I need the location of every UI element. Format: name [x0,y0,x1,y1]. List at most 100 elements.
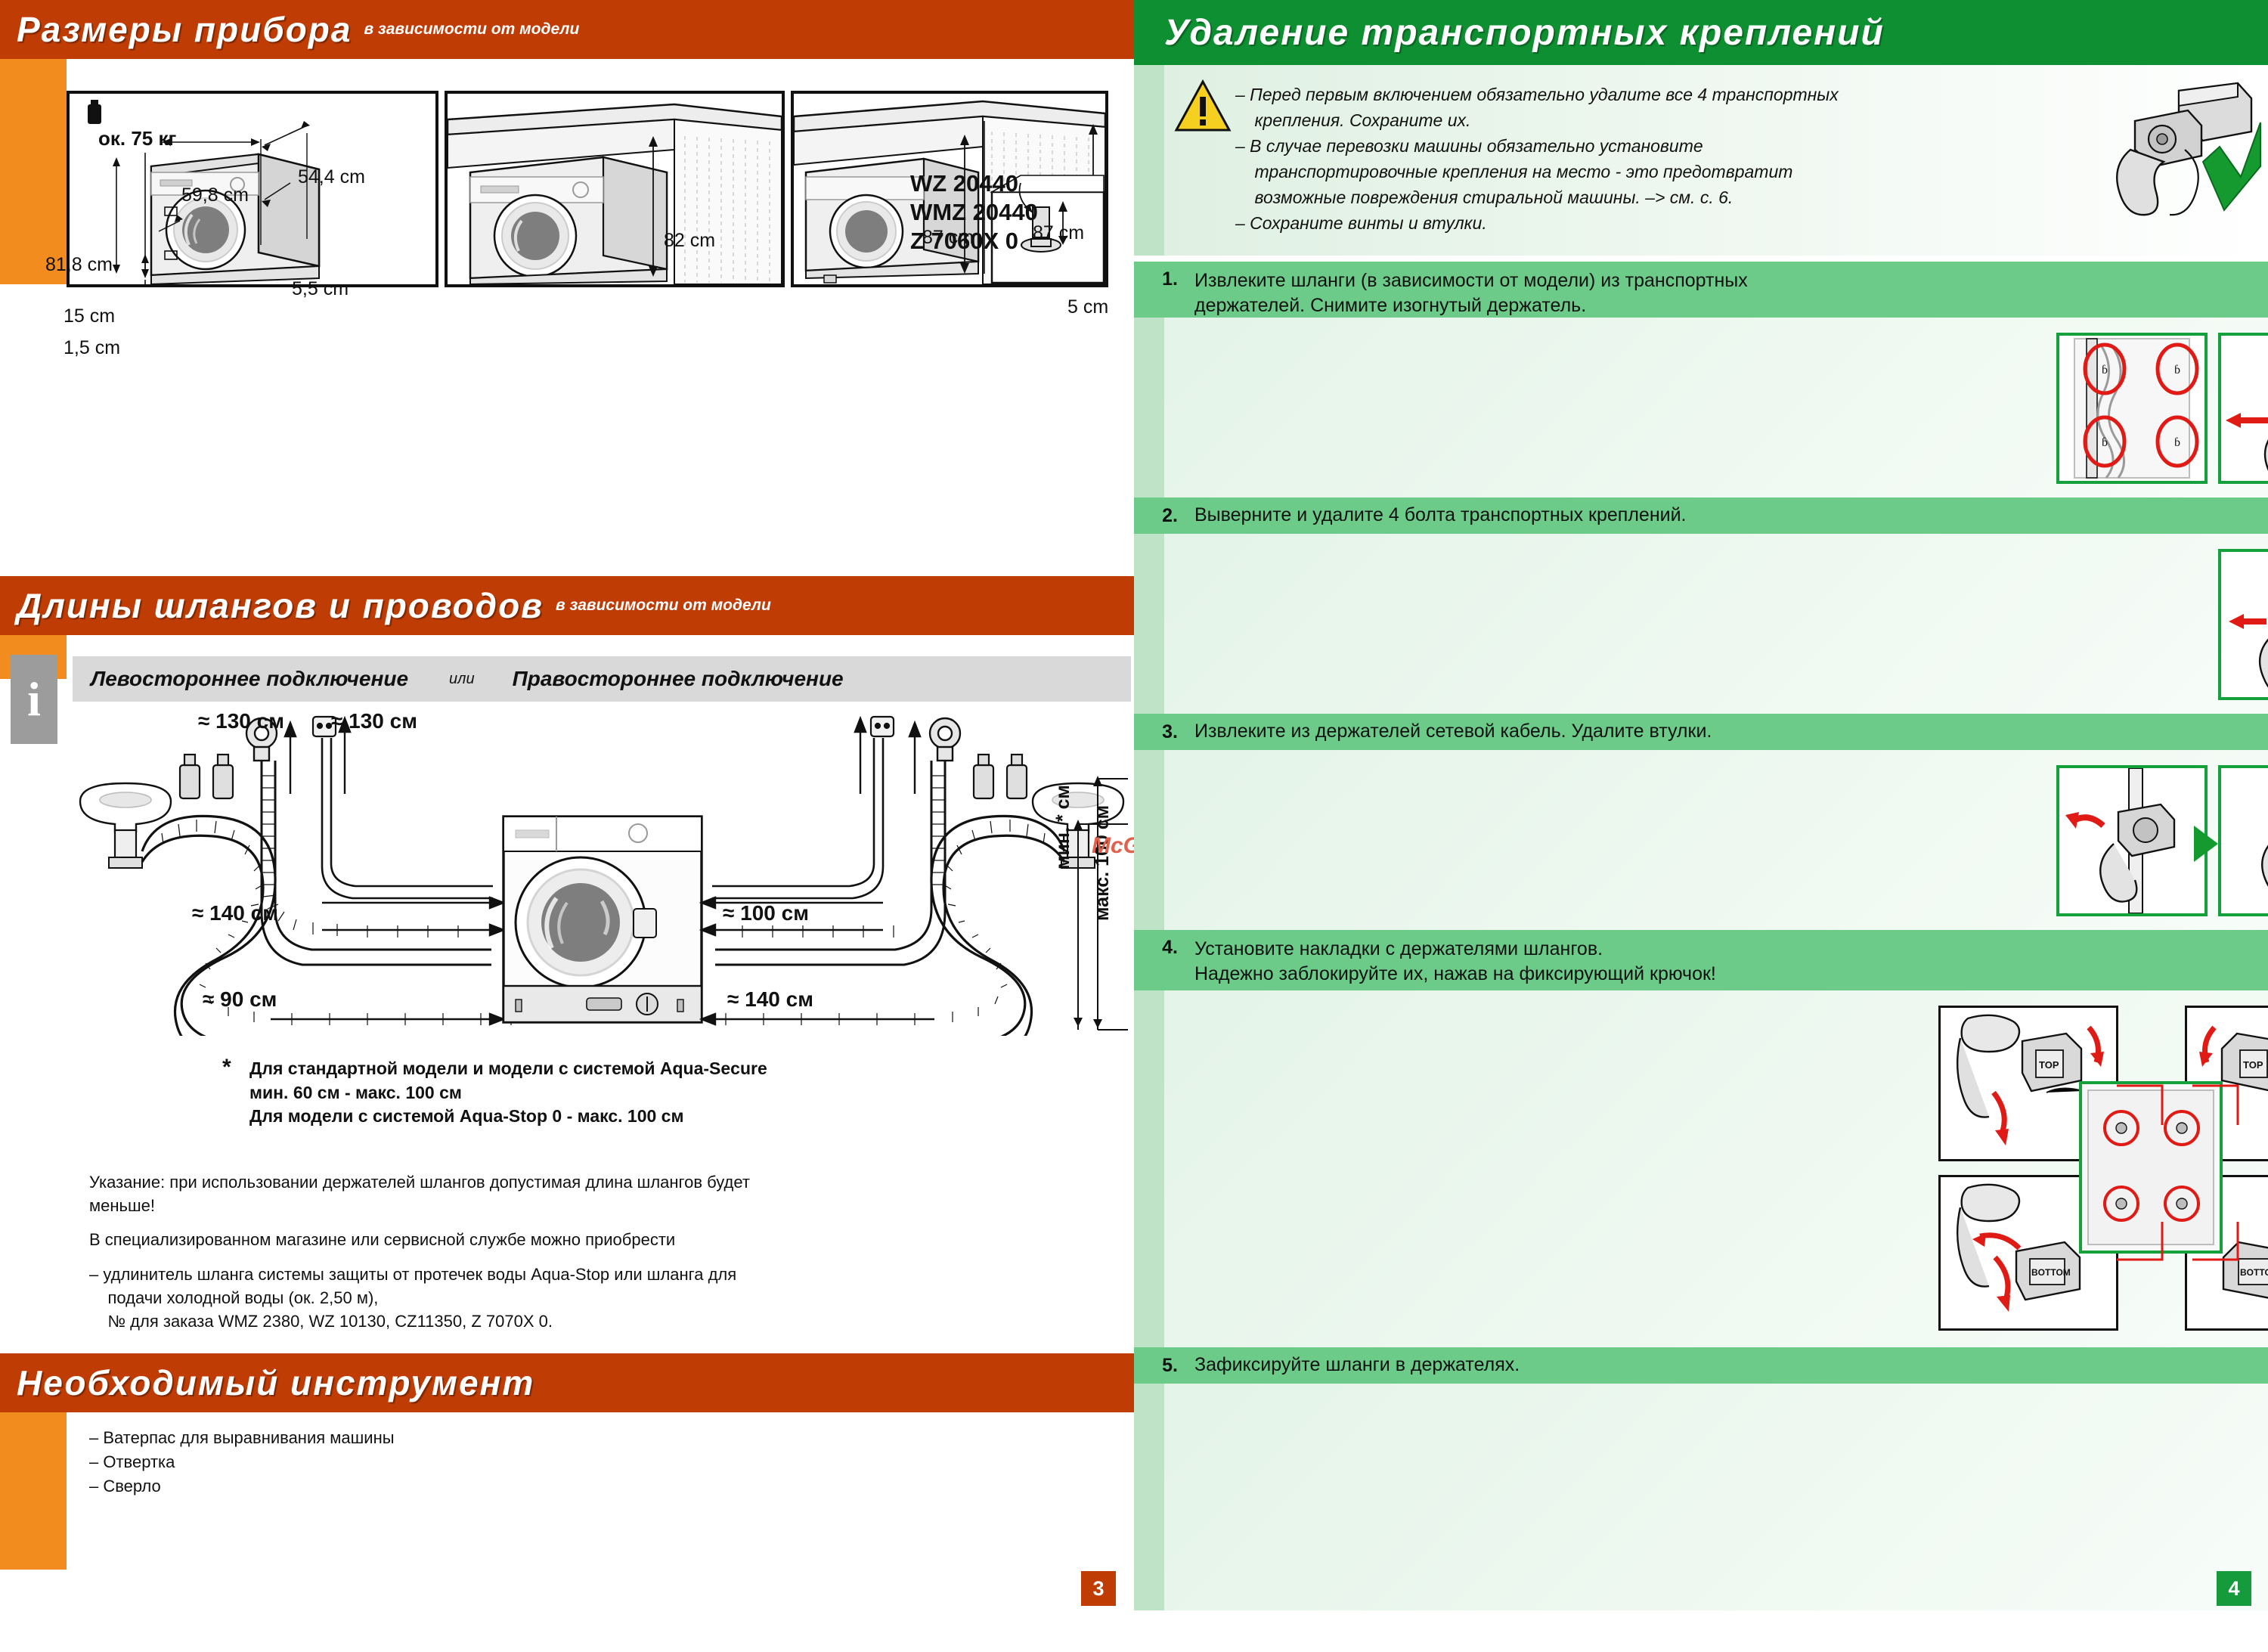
svg-text:ɓ: ɓ [2174,436,2180,449]
label-foot-5cm: 5 cm [1067,296,1109,318]
top-marker-label: TOP [2039,1059,2059,1071]
connection-type-bar: Левостороннее подключение или Правосторо… [73,656,1131,702]
step4-center-back-panel [2079,1081,2223,1254]
note-line-6: № для заказа WMZ 2380, WZ 10130, CZ11350… [89,1312,553,1331]
step-number-2: 2. [1162,504,1178,526]
label-hose-right-bottom: ≈ 140 см [727,987,813,1011]
warning-line-1: – Перед первым включением обязательно уд… [1235,85,1839,104]
step-text-4: Установите накладки с держателями шланго… [1194,938,1716,985]
footnote-marker: * [222,1055,231,1080]
page-title-dimensions: Размеры прибора [17,10,352,49]
step3-image-left [2056,765,2208,916]
step-text-3: Извлеките из держателей сетевой кабель. … [1194,721,1712,742]
step-bar-3: 3. Извлеките из держателей сетевой кабел… [1134,714,2268,750]
label-or: или [449,670,475,687]
footnote-block: Для стандартной модели и модели с систем… [249,1057,767,1129]
footnote-line-2: мин. 60 см - макс. 100 см [249,1082,462,1102]
tool-list: – Ватерпас для выравнивания машины – Отв… [89,1426,395,1499]
label-plinth-1-5: 1,5 cm [64,337,121,358]
warning-line-3: – В случае перевозки машины обязательно … [1235,136,1703,157]
step1-image-right [2218,333,2268,484]
warning-triangle-icon [1174,79,1232,132]
bottom-marker-label: BOTTOM [2031,1267,2071,1278]
section-header-tools: Необходимый инструмент [0,1353,1134,1412]
green-arrow-icon [2194,826,2218,862]
section-header-hose-lengths: Длины шлангов и проводов в зависимости о… [0,576,1134,635]
transport-lock-illustration [2116,82,2261,216]
footnote-line-3: Для модели с системой Aqua-Stop 0 - макс… [249,1106,684,1127]
svg-text:ɓ: ɓ [2174,364,2180,377]
label-left-connection: Левостороннее подключение [91,667,409,690]
orange-accent-bar-3 [0,1412,67,1570]
note-line-3: В специализированном магазине или сервис… [89,1230,676,1250]
green-accent-strip-5 [1134,1384,1164,1610]
info-icon: i [11,655,57,744]
step-body-2 [1164,534,2268,714]
right-page: Удаление транспортных креплений – Перед … [1134,0,2268,1652]
label-vertical-max: макс. 100 см [1092,804,1113,921]
step-text-2: Выверните и удалите 4 болта транспортных… [1194,504,1687,526]
footnote-line-1: Для стандартной модели и модели с систем… [249,1058,767,1078]
warning-line-2: крепления. Сохраните их. [1235,110,1471,131]
label-hose-left-bottom: ≈ 90 см [203,987,277,1011]
warning-line-4: транспортировочные крепления на место - … [1235,162,1793,182]
note-line-2: меньше! [89,1196,155,1216]
step-text-5: Зафиксируйте шланги в держателях. [1194,1354,1520,1376]
svg-text:ɓ: ɓ [2102,436,2108,449]
label-hose-right-top: ≈ 130 см [331,709,417,733]
note-line-4: – удлинитель шланга системы защиты от пр… [89,1264,737,1284]
label-weight: ок. 75 кг [98,127,177,150]
dimension-panel-front: ок. 75 кг 59,8 cm 54,4 cm 81,8 cm 5,5 cm… [45,91,438,358]
orange-accent-bar-1 [0,59,67,284]
step-bar-1: 1. Извлеките шланги (в зависимости от мо… [1134,262,2268,318]
model-number-2: WMZ 20440 [910,198,1038,225]
note-line-1: Указание: при использовании держателей ш… [89,1173,750,1192]
hose-diagram: ≈ 130 см ≈ 130 см ≈ 140 см ≈ 100 см ≈ 90… [73,703,1134,1036]
green-accent-strip-4 [1134,990,1164,1347]
dimension-panel-builtin-87: 87 cm 87 cm 5 cm WZ 20440 WMZ 20440 Z 70… [791,91,1108,318]
green-accent-strip-2 [1134,534,1164,714]
label-niche-87-outer: 87 cm [1033,222,1085,243]
label-height: 81,8 cm [45,254,113,275]
label-right-connection: Правостороннее подключение [512,667,844,690]
step2-image [2218,549,2268,700]
label-hose-right-mid: ≈ 100 см [723,901,809,925]
warning-panel: – Перед первым включением обязательно уд… [1164,65,2268,256]
label-width: 59,8 cm [181,184,249,206]
tool-item-1: – Ватерпас для выравнивания машины [89,1428,395,1447]
step-body-5 [1164,1384,2268,1610]
step-number-5: 5. [1162,1354,1178,1376]
svg-text:ɓ: ɓ [2102,364,2108,377]
green-accent-strip-1 [1134,318,1164,497]
warning-line-6: – Сохраните винты и втулки. [1235,213,1487,234]
warning-line-5: возможные повреждения стиральной машины.… [1235,188,1734,208]
model-number-1: WZ 20440 [910,170,1019,197]
section-header-transport-locks: Удаление транспортных креплений [1134,0,2268,65]
step-text-1: Извлеките шланги (в зависимости от модел… [1194,270,1748,317]
page-title-tools: Необходимый инструмент [17,1363,535,1402]
label-vertical-min: мин. * см [1052,785,1074,869]
label-plinth-15: 15 cm [64,305,116,327]
svg-text:BOTTOM: BOTTOM [2240,1267,2268,1278]
green-accent-strip-warning [1134,65,1164,256]
label-niche-82: 82 cm [664,230,716,251]
step-number-3: 3. [1162,721,1178,742]
warning-text-block: – Перед первым включением обязательно уд… [1235,82,1839,236]
label-hose-left-mid: ≈ 140 см [192,901,278,925]
model-number-3: Z 7060X 0 [910,227,1019,254]
tool-item-3: – Сверло [89,1476,161,1495]
label-depth: 54,4 cm [298,166,365,188]
section-subtitle-hose-lengths: в зависимости от модели [555,597,771,614]
page-title-hose-lengths: Длины шлангов и проводов [17,586,544,625]
left-page: Размеры прибора в зависимости от модели [0,0,1200,1652]
step3-image-right [2218,765,2268,916]
step-bar-4: 4. Установите накладки с держателями шла… [1134,930,2268,990]
step-number-4: 4. [1162,937,1178,958]
label-hose-left-top: ≈ 130 см [198,709,284,733]
step-bar-2: 2. Выверните и удалите 4 болта транспорт… [1134,497,2268,534]
page-number-right: 4 [2217,1571,2251,1606]
note-block: Указание: при использовании держателей ш… [89,1170,750,1333]
dimension-panel-builtin-82: 82 cm [445,91,785,287]
step-number-1: 1. [1162,268,1178,290]
svg-text:TOP: TOP [2243,1059,2263,1071]
